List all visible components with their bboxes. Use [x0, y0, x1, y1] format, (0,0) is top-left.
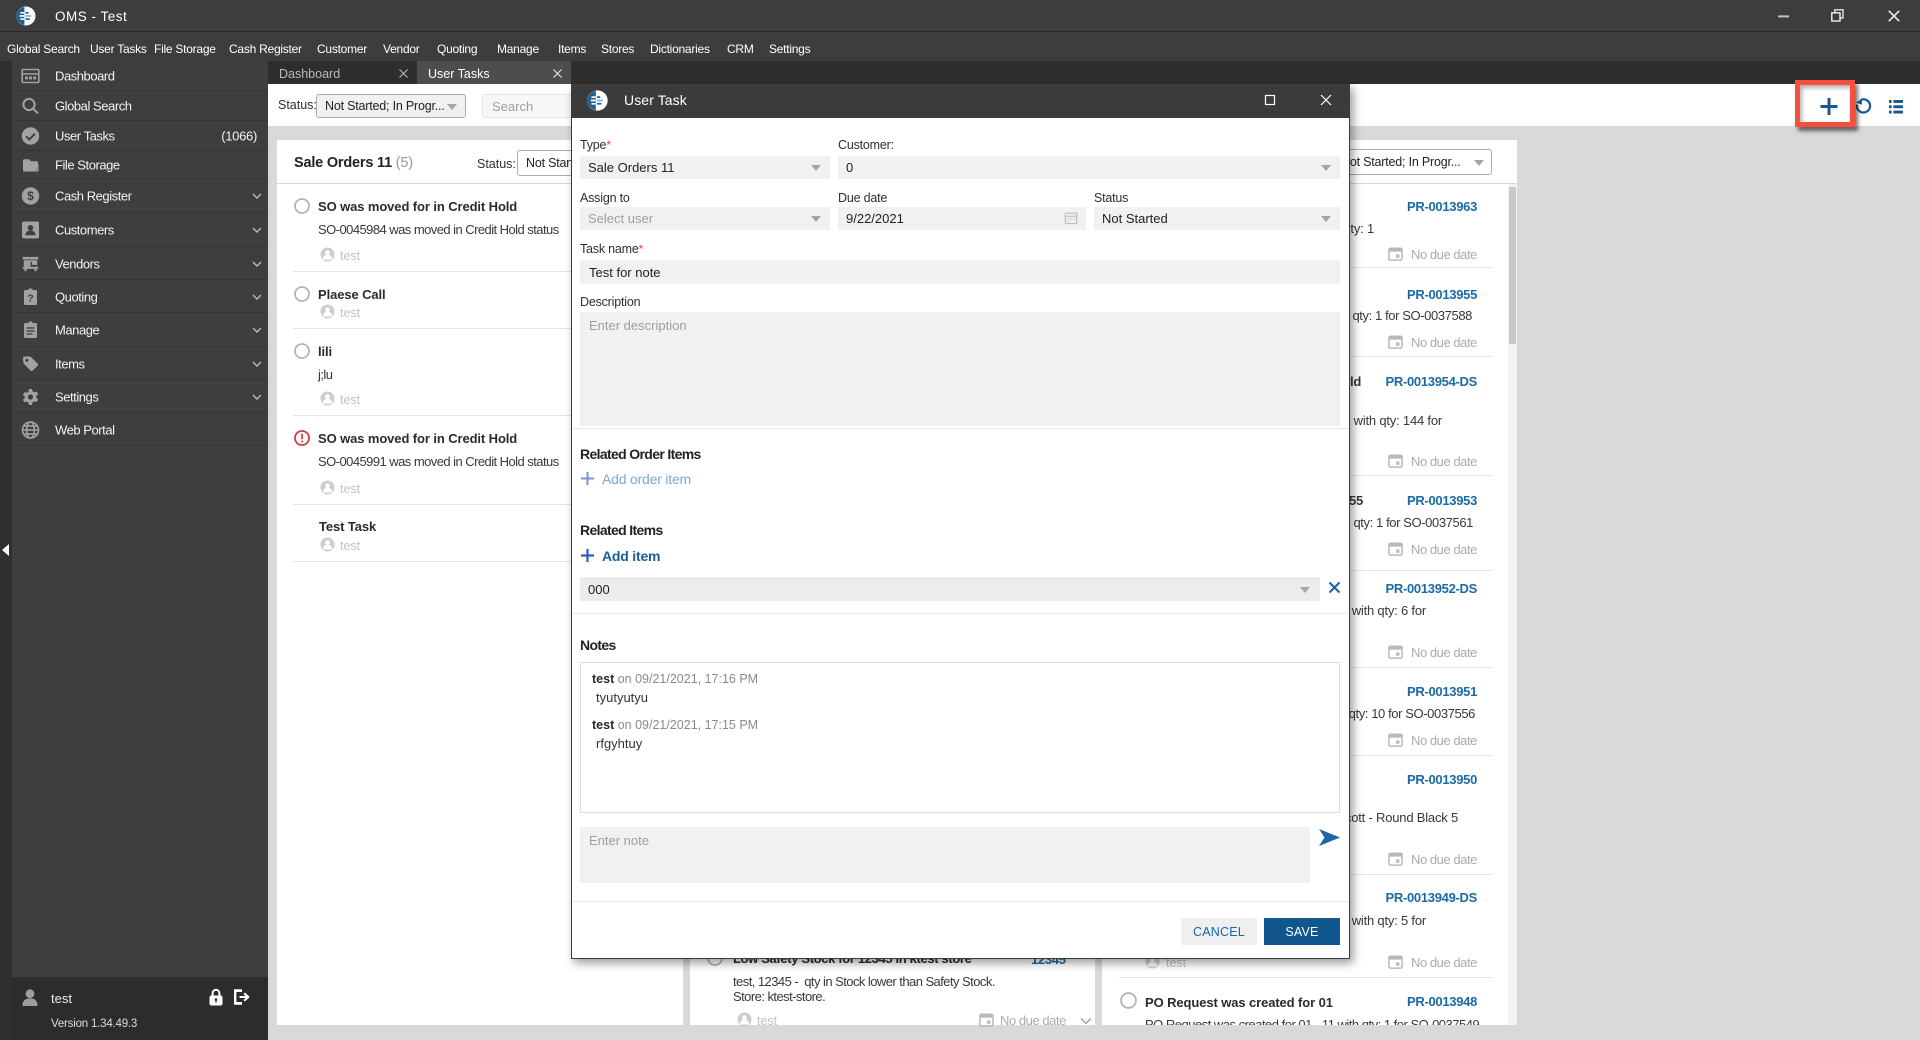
svg-text:?: ?: [27, 292, 33, 304]
svg-text:$: $: [27, 189, 34, 203]
